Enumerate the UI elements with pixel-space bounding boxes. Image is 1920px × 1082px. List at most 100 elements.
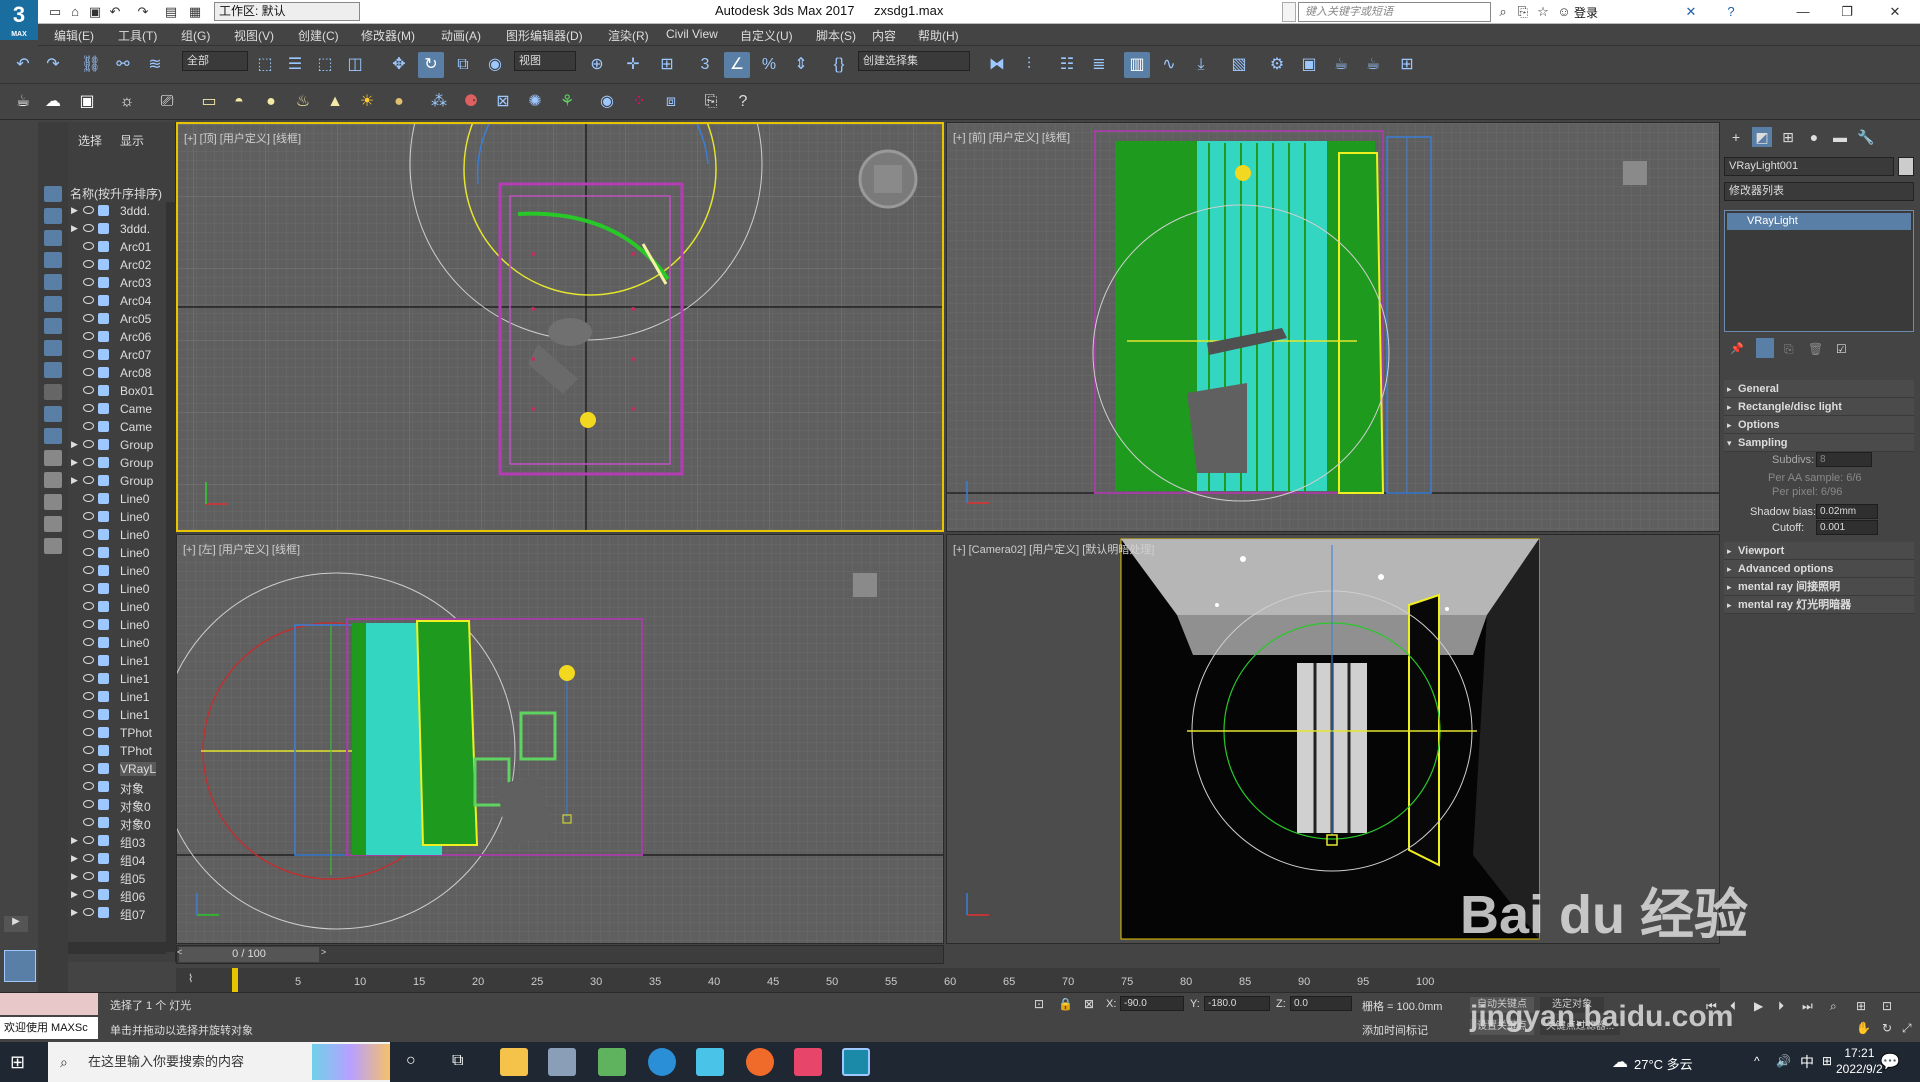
scene-row[interactable]: ▶ 组07 (68, 904, 166, 922)
unlink-icon[interactable]: ⚯ (110, 52, 136, 78)
rollout-viewport[interactable]: ▸ Viewport (1724, 542, 1914, 560)
visibility-eye-icon[interactable] (83, 404, 94, 412)
place-icon[interactable]: ◉ (482, 52, 508, 78)
scene-row[interactable]: Came (68, 418, 166, 436)
find-icon[interactable] (44, 538, 62, 554)
scene-row[interactable]: 对象0 (68, 796, 166, 814)
viewport-front[interactable]: [+] [前] [用户定义] [线框] (946, 122, 1720, 532)
visibility-eye-icon[interactable] (83, 692, 94, 700)
scene-row[interactable]: Line1 (68, 688, 166, 706)
scene-row[interactable]: ▶ 组03 (68, 832, 166, 850)
isolate-selection-icon[interactable]: ⊡ (1034, 997, 1044, 1011)
time-slider-thumb[interactable]: 0 / 100 (179, 947, 319, 962)
rotate-icon[interactable]: ↻ (418, 52, 444, 78)
vray-mesh-light-icon[interactable]: ♨ (290, 89, 316, 115)
workspace-dropdown[interactable]: 工作区: 默认 (214, 2, 360, 21)
scene-row[interactable]: Line0 (68, 616, 166, 634)
menu-animation[interactable]: 动画(A) (441, 27, 481, 44)
visibility-eye-icon[interactable] (83, 818, 94, 826)
visibility-eye-icon[interactable] (83, 656, 94, 664)
scene-row[interactable]: Line0 (68, 598, 166, 616)
selection-filter-dropdown[interactable]: 全部 (182, 51, 248, 71)
bind-space-warp-icon[interactable]: ≋ (142, 52, 168, 78)
visibility-eye-icon[interactable] (83, 836, 94, 844)
scene-explorer-icon[interactable]: ▥ (1124, 52, 1150, 78)
menu-graph-editors[interactable]: 图形编辑器(D) (506, 27, 583, 44)
app-logo[interactable]: 3 MAX (0, 0, 38, 40)
scene-row[interactable]: 对象0 (68, 814, 166, 832)
scene-list-scrollbar[interactable] (166, 202, 176, 952)
layer-manager-icon[interactable]: ≣ (1086, 52, 1112, 78)
tab-display[interactable]: 显示 (120, 132, 144, 149)
display-invert-icon[interactable] (44, 494, 62, 510)
rendered-frame-icon[interactable]: ▣ (1296, 52, 1322, 78)
object-color-swatch[interactable] (1898, 157, 1914, 176)
vray-clipper-icon[interactable]: ⚘ (554, 89, 580, 115)
absolute-mode-icon[interactable]: ⊠ (1084, 997, 1094, 1011)
visibility-eye-icon[interactable] (83, 350, 94, 358)
pan-icon[interactable]: ✋ (1856, 1021, 1871, 1035)
scene-row[interactable]: Arc03 (68, 274, 166, 292)
visibility-eye-icon[interactable] (83, 476, 94, 484)
next-frame-arrow-icon[interactable]: > (321, 947, 331, 962)
pin-stack-icon[interactable]: 📌 (1730, 342, 1744, 356)
filter-frozen-icon[interactable] (44, 406, 62, 422)
show-end-result-icon[interactable] (1756, 338, 1774, 358)
scene-row[interactable]: ▶ Group (68, 436, 166, 454)
scene-row[interactable]: Arc06 (68, 328, 166, 346)
mirror-icon[interactable]: ⧓ (984, 52, 1010, 78)
visibility-eye-icon[interactable] (83, 530, 94, 538)
menu-scripting[interactable]: 脚本(S) (816, 27, 856, 44)
3dsmax-taskbar-icon[interactable] (842, 1048, 870, 1076)
app-taskbar-icon-4[interactable] (794, 1048, 822, 1076)
ime-options-icon[interactable]: ⊞ (1822, 1054, 1832, 1068)
render-setup-icon[interactable]: ⚙ (1264, 52, 1290, 78)
y-coord-field[interactable]: -180.0 (1204, 996, 1270, 1011)
scene-row[interactable]: ▶ Group (68, 472, 166, 490)
app-taskbar-icon-3[interactable] (696, 1048, 724, 1076)
scene-row[interactable]: Box01 (68, 382, 166, 400)
multitask-icon[interactable]: ⧉ (452, 1052, 463, 1070)
hierarchy-tab-icon[interactable]: ⊞ (1778, 127, 1798, 147)
rollout-options[interactable]: ▸ Options (1724, 416, 1914, 434)
scale-icon[interactable]: ⧉ (450, 52, 476, 78)
filter-geometry-icon[interactable] (44, 186, 62, 202)
filter-helpers-icon[interactable] (44, 274, 62, 290)
zoom-extents-icon[interactable]: ⊡ (1882, 999, 1892, 1013)
tray-chevron-icon[interactable]: ^ (1754, 1054, 1760, 1068)
rollout-general[interactable]: ▸ General (1724, 380, 1914, 398)
expand-arrow-icon[interactable]: ▶ (71, 889, 78, 900)
vray-fur-icon[interactable]: ⁂ (426, 89, 452, 115)
scene-row[interactable]: ▶ 3ddd. (68, 220, 166, 238)
edit-named-selection-icon[interactable]: {} (826, 52, 852, 78)
menu-civil-view[interactable]: Civil View (666, 27, 718, 41)
exchange-icon[interactable]: ✕ (1682, 3, 1700, 21)
scene-row[interactable]: Line0 (68, 634, 166, 652)
object-name-field[interactable]: VRayLight001 (1724, 157, 1894, 176)
teapot-icon[interactable]: ☕ (10, 89, 36, 115)
dope-sheet-icon[interactable]: ⤓ (1188, 52, 1214, 78)
viewport-left[interactable]: [+] [左] [用户定义] [线框] (176, 534, 944, 944)
scene-row[interactable]: Arc04 (68, 292, 166, 310)
redo-icon[interactable]: ↷ (40, 52, 66, 78)
move-icon[interactable]: ✥ (386, 52, 412, 78)
undo-icon[interactable]: ↶ (10, 52, 36, 78)
vray-plane-light-icon[interactable]: ▭ (196, 89, 222, 115)
task-view-icon[interactable]: ○ (406, 1052, 416, 1070)
visibility-eye-icon[interactable] (83, 512, 94, 520)
visibility-eye-icon[interactable] (83, 566, 94, 574)
vray-toolbar-icon[interactable]: ⊞ (1394, 52, 1420, 78)
filter-containers-icon[interactable] (44, 384, 62, 400)
vray-proxy-icon[interactable]: ⚈ (458, 89, 484, 115)
viewport-front-label[interactable]: [+] [前] [用户定义] [线框] (953, 129, 1070, 145)
visibility-eye-icon[interactable] (83, 422, 94, 430)
search-input[interactable]: 键入关键字或短语 (1298, 2, 1491, 22)
visibility-eye-icon[interactable] (83, 458, 94, 466)
named-selection-dropdown[interactable]: 创建选择集 (858, 51, 970, 71)
visibility-eye-icon[interactable] (83, 674, 94, 682)
filter-xrefs-icon[interactable] (44, 340, 62, 356)
menu-tools[interactable]: 工具(T) (118, 27, 157, 44)
minimize-icon[interactable]: — (1794, 3, 1812, 21)
file-explorer-icon[interactable] (500, 1048, 528, 1076)
modify-tab-icon[interactable]: ◩ (1752, 127, 1772, 147)
